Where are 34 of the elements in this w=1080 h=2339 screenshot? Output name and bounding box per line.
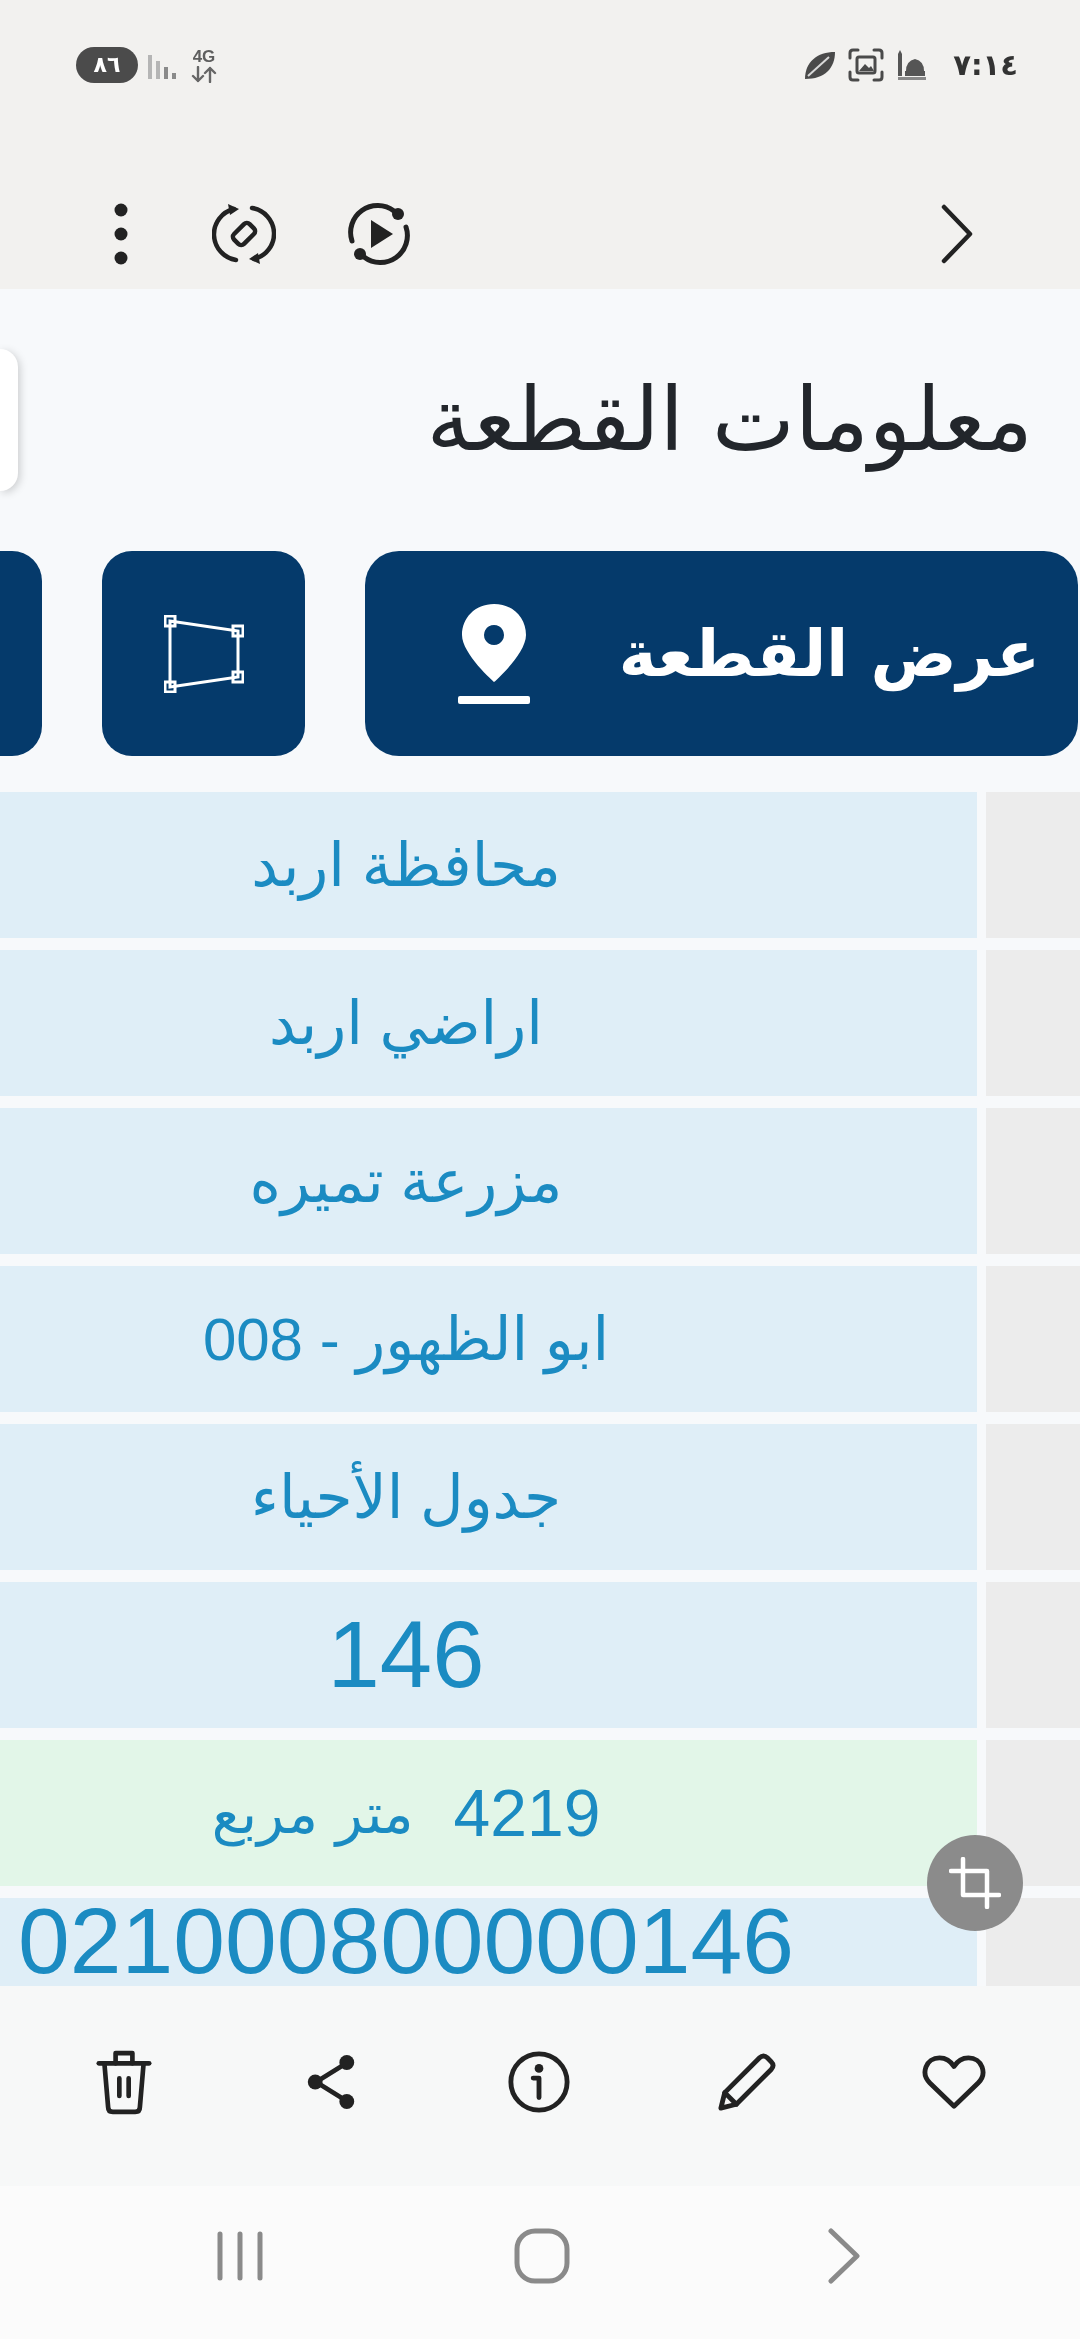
- table-cell: محافظة اربد: [0, 792, 977, 938]
- leaf-icon: [803, 49, 838, 81]
- battery-level: ٨٦: [76, 47, 138, 83]
- map-pin-icon: [456, 601, 531, 706]
- table-cell: 021000800000146: [0, 1898, 977, 1986]
- view-parcel-button[interactable]: عرض القطعة: [365, 551, 1078, 756]
- heart-icon[interactable]: [921, 2054, 988, 2110]
- clock-time: ٧:١٤: [953, 47, 1018, 84]
- recent-apps-icon[interactable]: [216, 2230, 264, 2281]
- table-cell: 146: [0, 1582, 977, 1728]
- cut-off-button[interactable]: [0, 551, 42, 756]
- more-options-icon[interactable]: [112, 202, 130, 266]
- play-circle-icon[interactable]: [346, 201, 412, 267]
- delete-icon[interactable]: [95, 2049, 152, 2115]
- table-cell: ابو الظهور - 008: [0, 1266, 977, 1412]
- area-unit: متر مربع: [211, 1780, 414, 1846]
- area-value: 4219: [453, 1775, 601, 1851]
- data-arrows-icon: [191, 65, 217, 83]
- chevron-right-icon[interactable]: [940, 204, 974, 264]
- page-title: معلومات القطعة: [426, 367, 1033, 474]
- mosque-icon: [897, 50, 928, 80]
- home-icon[interactable]: [514, 2227, 570, 2284]
- crop-icon: [949, 1857, 1001, 1909]
- rotate-icon[interactable]: [212, 203, 276, 265]
- polygon-icon: [163, 614, 244, 693]
- table-cell: مزرعة تميره: [0, 1108, 977, 1254]
- back-icon[interactable]: [827, 2227, 861, 2284]
- edit-icon[interactable]: [716, 2052, 777, 2112]
- table-cell: جدول الأحياء: [0, 1424, 977, 1570]
- screenshot-icon: [848, 48, 885, 82]
- table-cell: اراضي اربد: [0, 950, 977, 1096]
- info-icon[interactable]: [507, 2050, 571, 2114]
- polygon-tool-button[interactable]: [102, 551, 305, 756]
- network-type: 4G: [192, 47, 216, 66]
